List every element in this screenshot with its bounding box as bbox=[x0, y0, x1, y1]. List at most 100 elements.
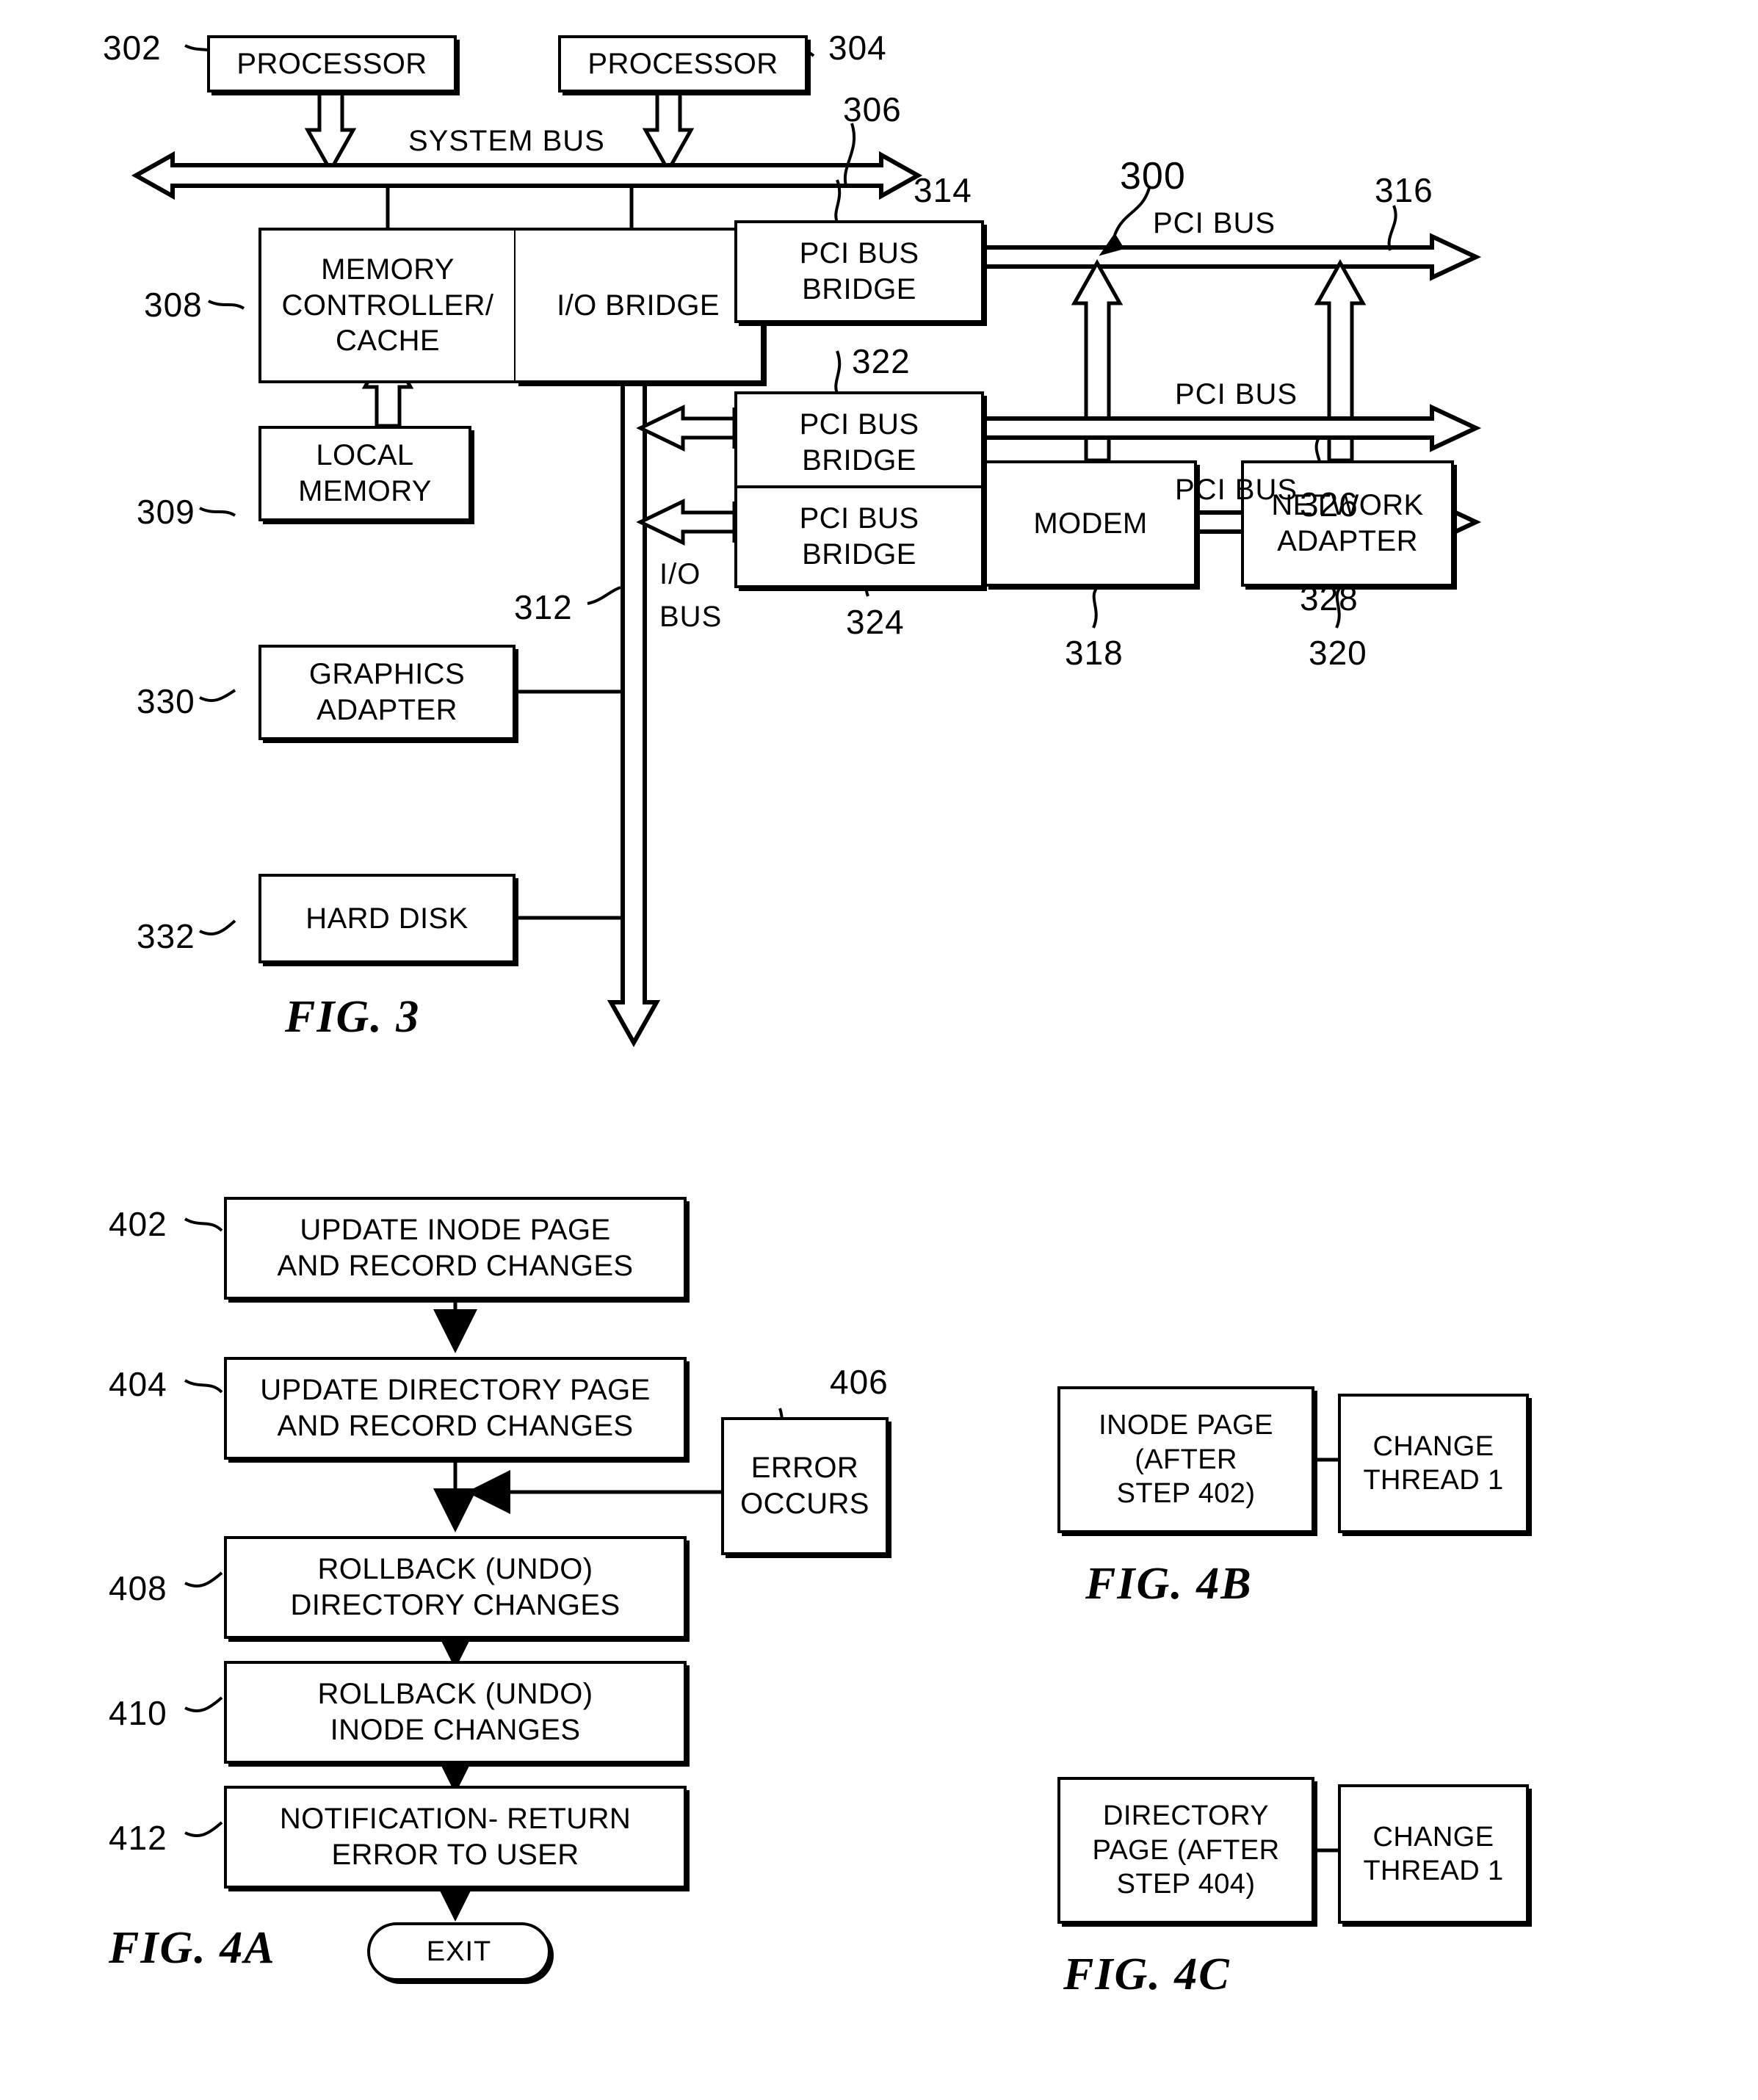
processor1-to-bus-arrow bbox=[304, 89, 357, 175]
block-label: PROCESSOR bbox=[587, 47, 778, 80]
fig4b-inode-page-box: INODE PAGE (AFTER STEP 402) bbox=[1057, 1386, 1314, 1533]
pci-bus-328-label: PCI BUS bbox=[1175, 474, 1298, 506]
flow-error-occurs-406: ERROR OCCURS bbox=[721, 1417, 889, 1555]
block-label-line1: PCI BUS bbox=[799, 408, 919, 441]
block-label: I/O BRIDGE bbox=[557, 289, 720, 322]
block-label-line1: MEMORY bbox=[321, 253, 455, 286]
pci-bus-326-arrow bbox=[982, 404, 1482, 452]
pci-bridge3-to-iobus-arrow bbox=[636, 499, 737, 546]
ref-402: 402 bbox=[109, 1205, 167, 1243]
block-label-line1: GRAPHICS bbox=[308, 658, 466, 691]
flow-step-line2: ERROR TO USER bbox=[331, 1839, 579, 1871]
figure-caption-fig4a: FIG. 4A bbox=[109, 1923, 276, 1973]
flow-step-line2: DIRECTORY CHANGES bbox=[290, 1589, 621, 1621]
block-label-line1: PCI BUS bbox=[799, 502, 919, 535]
flow-step-412: NOTIFICATION- RETURN ERROR TO USER bbox=[224, 1786, 687, 1889]
block-label-line2: MEMORY bbox=[298, 475, 432, 507]
flow-step-line1: UPDATE DIRECTORY PAGE bbox=[260, 1374, 651, 1407]
page-label-line1: DIRECTORY bbox=[1102, 1800, 1269, 1832]
block-pci-bus-bridge-324: PCI BUS BRIDGE bbox=[734, 485, 984, 588]
ref-408: 408 bbox=[109, 1569, 167, 1607]
block-pci-bus-bridge-322: PCI BUS BRIDGE bbox=[734, 391, 984, 494]
error-label-line1: ERROR bbox=[750, 1452, 859, 1485]
io-bus-label-line2: BUS bbox=[659, 601, 723, 633]
pci-bus-316-label: PCI BUS bbox=[1153, 207, 1276, 239]
block-graphics-adapter-330: GRAPHICS ADAPTER bbox=[258, 645, 516, 740]
block-modem-318: MODEM bbox=[984, 460, 1197, 587]
io-bus-line bbox=[607, 381, 661, 1048]
ref-332: 332 bbox=[137, 917, 195, 955]
system-bus-label: SYSTEM BUS bbox=[408, 125, 605, 157]
thread-label-line2: THREAD 1 bbox=[1363, 1855, 1504, 1886]
ref-412: 412 bbox=[109, 1819, 167, 1857]
ref-324: 324 bbox=[846, 603, 905, 641]
page-label-line3: STEP 402) bbox=[1116, 1478, 1256, 1510]
ref-326: 326 bbox=[1300, 485, 1359, 524]
ref-320: 320 bbox=[1309, 634, 1367, 672]
block-label: MODEM bbox=[1033, 507, 1148, 540]
processor2-to-bus-arrow bbox=[642, 89, 695, 175]
flow-step-410: ROLLBACK (UNDO) INODE CHANGES bbox=[224, 1661, 687, 1764]
ref-302: 302 bbox=[103, 29, 162, 67]
fig4c-change-thread-box: CHANGE THREAD 1 bbox=[1338, 1784, 1529, 1924]
patent-drawing-sheet: PROCESSOR 302 PROCESSOR 304 SYSTEM BUS 3… bbox=[0, 0, 1758, 2100]
ref-318: 318 bbox=[1065, 634, 1124, 672]
block-hard-disk-332: HARD DISK bbox=[258, 874, 516, 963]
block-processor-304: PROCESSOR bbox=[558, 35, 808, 93]
flow-step-line1: UPDATE INODE PAGE bbox=[300, 1214, 611, 1247]
thread-label-line1: CHANGE bbox=[1372, 1821, 1494, 1853]
flow-step-line1: NOTIFICATION- RETURN bbox=[279, 1803, 632, 1836]
ref-404: 404 bbox=[109, 1365, 167, 1403]
page-label-line3: STEP 404) bbox=[1116, 1869, 1256, 1900]
error-label-line2: OCCURS bbox=[740, 1488, 869, 1520]
ref-410: 410 bbox=[109, 1694, 167, 1732]
ref-330: 330 bbox=[137, 682, 195, 720]
pci-bridge2-to-iobus-arrow bbox=[636, 405, 737, 452]
ref-322: 322 bbox=[852, 342, 911, 380]
thread-label-line1: CHANGE bbox=[1372, 1430, 1494, 1462]
page-label-line2: PAGE (AFTER bbox=[1092, 1834, 1280, 1866]
block-label-line2: ADAPTER bbox=[1277, 525, 1418, 557]
figure-caption-fig4b: FIG. 4B bbox=[1085, 1559, 1253, 1609]
block-label-line2: CONTROLLER/ bbox=[281, 289, 494, 322]
block-label-line2: BRIDGE bbox=[802, 444, 916, 477]
ref-306: 306 bbox=[843, 90, 902, 128]
block-label: PROCESSOR bbox=[236, 47, 427, 80]
flow-step-408: ROLLBACK (UNDO) DIRECTORY CHANGES bbox=[224, 1536, 687, 1639]
flow-step-402: UPDATE INODE PAGE AND RECORD CHANGES bbox=[224, 1197, 687, 1300]
block-label-line1: LOCAL bbox=[316, 439, 414, 472]
io-bus-label-line1: I/O bbox=[659, 558, 701, 590]
block-label-line3: CACHE bbox=[335, 325, 441, 358]
block-io-bridge-310: I/O BRIDGE bbox=[514, 228, 764, 383]
ref-308: 308 bbox=[144, 286, 203, 324]
flow-step-line2: AND RECORD CHANGES bbox=[277, 1410, 634, 1442]
figure-caption-fig4c: FIG. 4C bbox=[1063, 1949, 1231, 1999]
system-bus-arrow bbox=[131, 151, 923, 200]
thread-label-line2: THREAD 1 bbox=[1363, 1465, 1504, 1496]
ref-406: 406 bbox=[830, 1363, 889, 1401]
ref-316: 316 bbox=[1375, 171, 1433, 209]
block-memory-controller-cache-308: MEMORY CONTROLLER/ CACHE bbox=[258, 228, 516, 383]
flow-exit-node: EXIT bbox=[367, 1922, 551, 1981]
flow-step-line2: AND RECORD CHANGES bbox=[277, 1250, 634, 1282]
ref-304: 304 bbox=[828, 29, 887, 67]
figure-caption-fig3: FIG. 3 bbox=[285, 992, 421, 1042]
pci-bus-326-label: PCI BUS bbox=[1175, 378, 1298, 410]
fig4c-directory-page-box: DIRECTORY PAGE (AFTER STEP 404) bbox=[1057, 1777, 1314, 1924]
block-label-line2: BRIDGE bbox=[802, 273, 916, 305]
page-label-line2: (AFTER bbox=[1135, 1444, 1237, 1475]
ref-328: 328 bbox=[1300, 579, 1359, 618]
block-label-line2: ADAPTER bbox=[316, 694, 457, 726]
flow-step-line1: ROLLBACK (UNDO) bbox=[317, 1678, 593, 1711]
block-label: HARD DISK bbox=[305, 902, 469, 935]
block-processor-302: PROCESSOR bbox=[207, 35, 457, 93]
flow-step-404: UPDATE DIRECTORY PAGE AND RECORD CHANGES bbox=[224, 1357, 687, 1460]
flow-step-line1: ROLLBACK (UNDO) bbox=[317, 1553, 593, 1586]
ref-314: 314 bbox=[914, 171, 972, 209]
ref-309: 309 bbox=[137, 493, 195, 531]
page-label-line1: INODE PAGE bbox=[1099, 1410, 1273, 1441]
block-local-memory-309: LOCAL MEMORY bbox=[258, 426, 471, 521]
ref-300-system: 300 bbox=[1120, 155, 1186, 198]
pci-bus-316-arrow bbox=[982, 233, 1482, 281]
ref-312: 312 bbox=[514, 588, 573, 626]
